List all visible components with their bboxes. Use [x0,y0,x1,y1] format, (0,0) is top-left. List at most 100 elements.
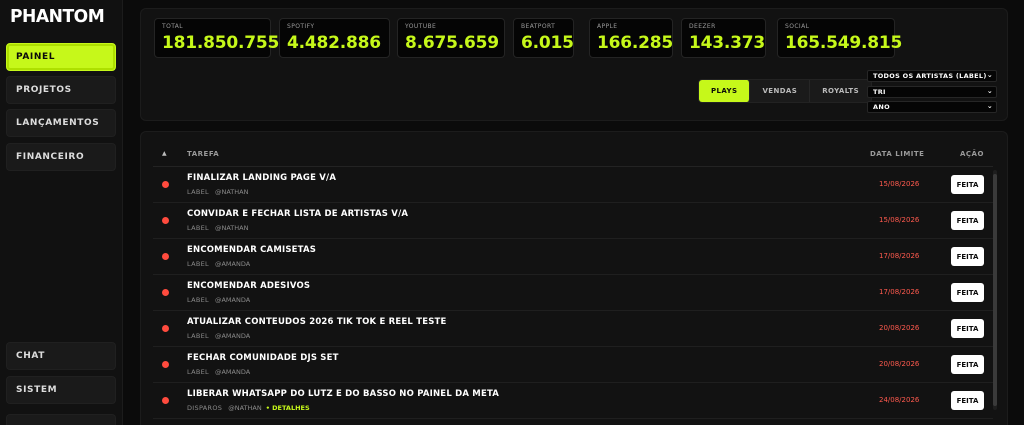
tasks-panel: ▲ TAREFA DATA LIMITE AÇÃO FINALIZAR LAND… [140,131,1008,425]
task-meta: LABEL @NATHAN [187,224,248,232]
status-dot-icon [162,253,169,260]
year-filter-value: ANO [873,103,890,111]
stat-value: 165.549.815 [785,33,903,53]
stats-panel: TOTAL 181.850.755 SPOTIFY 4.482.886 YOUT… [140,8,1008,121]
sidebar-item-painel[interactable]: PAINEL [6,43,116,71]
mark-done-button[interactable]: FEITA [951,175,984,194]
task-meta: LABEL @AMANDA [187,260,250,268]
task-details-link[interactable]: • DETALHES [266,404,310,412]
scrollbar[interactable] [993,170,997,410]
artist-filter-select[interactable]: TODOS OS ARTISTAS (LABEL) ⌄ [867,70,997,82]
table-row: CONVIDAR E FECHAR LISTA DE ARTISTAS V/A … [153,203,993,239]
stat-value: 8.675.659 [405,33,499,53]
table-row: ENCOMENDAR ADESIVOS LABEL @AMANDA 17/08/… [153,275,993,311]
task-owner: @NATHAN [214,224,249,232]
stat-label: BEATPORT [521,23,556,30]
task-owner: @AMANDA [214,296,251,304]
column-header-action: AÇÃO [960,150,984,158]
brand-logo[interactable]: PHANTOM [10,6,105,27]
sidebar-item-chat[interactable]: CHAT [6,342,116,370]
task-due-date: 17/08/2026 [879,252,920,260]
task-title[interactable]: ENCOMENDAR ADESIVOS [187,281,310,291]
table-row: LIBERAR WHATSAPP DO LUTZ E DO BASSO NO P… [153,383,993,419]
task-title[interactable]: LIBERAR WHATSAPP DO LUTZ E DO BASSO NO P… [187,389,499,399]
sidebar: PHANTOM PAINEL PROJETOS LANÇAMENTOS FINA… [0,0,123,425]
sidebar-item-partial[interactable] [6,414,116,425]
mark-done-button[interactable]: FEITA [951,355,984,374]
stat-value: 6.015 [521,33,574,53]
task-channel: LABEL [187,296,209,304]
task-meta: LABEL @AMANDA [187,332,250,340]
task-due-date: 17/08/2026 [879,288,920,296]
stat-label: SOCIAL [785,23,810,30]
tab-vendas[interactable]: VENDAS [750,80,811,102]
stat-card-beatport: BEATPORT 6.015 [513,18,574,58]
mark-done-button[interactable]: FEITA [951,211,984,230]
artist-filter-value: TODOS OS ARTISTAS (LABEL) [873,72,987,80]
task-title[interactable]: FECHAR COMUNIDADE DJS SET [187,353,339,363]
table-row: ENCOMENDAR CAMISETAS LABEL @AMANDA 17/08… [153,239,993,275]
table-row: FECHAR COMUNIDADE DJS SET LABEL @AMANDA … [153,347,993,383]
task-owner: @AMANDA [214,332,251,340]
status-dot-icon [162,397,169,404]
stat-card-apple: APPLE 166.285 [589,18,673,58]
status-dot-icon [162,289,169,296]
status-dot-icon [162,361,169,368]
chevron-down-icon: ⌄ [986,102,993,110]
sidebar-item-sistem[interactable]: SISTEM [6,376,116,404]
metric-tabs: PLAYS VENDAS ROYALTS [698,79,873,103]
sidebar-item-lancamentos[interactable]: LANÇAMENTOS [6,109,116,137]
sort-arrow-icon[interactable]: ▲ [162,150,167,157]
chevron-down-icon: ⌄ [986,87,993,95]
task-due-date: 15/08/2026 [879,180,920,188]
task-meta: LABEL @NATHAN [187,188,248,196]
status-dot-icon [162,181,169,188]
column-header-due-date[interactable]: DATA LIMITE [870,150,924,158]
stat-label: APPLE [597,23,618,30]
table-header: ▲ TAREFA DATA LIMITE AÇÃO [141,150,1007,166]
sidebar-item-financeiro[interactable]: FINANCEIRO [6,143,116,171]
stat-value: 143.373 [689,33,766,53]
mark-done-button[interactable]: FEITA [951,391,984,410]
stat-label: YOUTUBE [405,23,437,30]
table-row: ATUALIZAR CONTEUDOS 2026 TIK TOK E REEL … [153,311,993,347]
task-owner: @NATHAN [214,188,249,196]
stat-card-total: TOTAL 181.850.755 [154,18,279,58]
task-due-date: 24/08/2026 [879,396,920,404]
scrollbar-thumb[interactable] [993,174,997,406]
task-channel: LABEL [187,260,209,268]
mark-done-button[interactable]: FEITA [951,247,984,266]
sidebar-item-projetos[interactable]: PROJETOS [6,76,116,104]
task-due-date: 20/08/2026 [879,324,920,332]
period-filter-select[interactable]: TRI ⌄ [867,86,997,98]
task-channel: LABEL [187,224,209,232]
task-owner: @AMANDA [214,368,251,376]
task-title[interactable]: ATUALIZAR CONTEUDOS 2026 TIK TOK E REEL … [187,317,447,327]
task-due-date: 15/08/2026 [879,216,920,224]
mark-done-button[interactable]: FEITA [951,319,984,338]
task-meta: LABEL @AMANDA [187,296,250,304]
task-meta: LABEL @AMANDA [187,368,250,376]
stat-value: 166.285 [597,33,674,53]
task-title[interactable]: FINALIZAR LANDING PAGE V/A [187,173,336,183]
stat-card-spotify: SPOTIFY 4.482.886 [279,18,390,58]
task-channel: DISPAROS [187,404,223,412]
table-row: FINALIZAR LANDING PAGE V/A LABEL @NATHAN… [153,167,993,203]
year-filter-select[interactable]: ANO ⌄ [867,101,997,113]
stat-card-deezer: DEEZER 143.373 [681,18,766,58]
period-filter-value: TRI [873,88,886,96]
tab-plays[interactable]: PLAYS [699,80,751,102]
task-channel: LABEL [187,368,209,376]
task-channel: LABEL [187,332,209,340]
task-channel: LABEL [187,188,209,196]
task-meta: DISPAROS @NATHAN • DETALHES [187,404,310,412]
tab-royalts[interactable]: ROYALTS [810,80,871,102]
stat-label: SPOTIFY [287,23,315,30]
task-title[interactable]: ENCOMENDAR CAMISETAS [187,245,316,255]
stat-label: TOTAL [162,23,184,30]
stat-label: DEEZER [689,23,716,30]
task-owner: @NATHAN [228,404,262,412]
column-header-task[interactable]: TAREFA [187,150,219,158]
mark-done-button[interactable]: FEITA [951,283,984,302]
task-title[interactable]: CONVIDAR E FECHAR LISTA DE ARTISTAS V/A [187,209,408,219]
